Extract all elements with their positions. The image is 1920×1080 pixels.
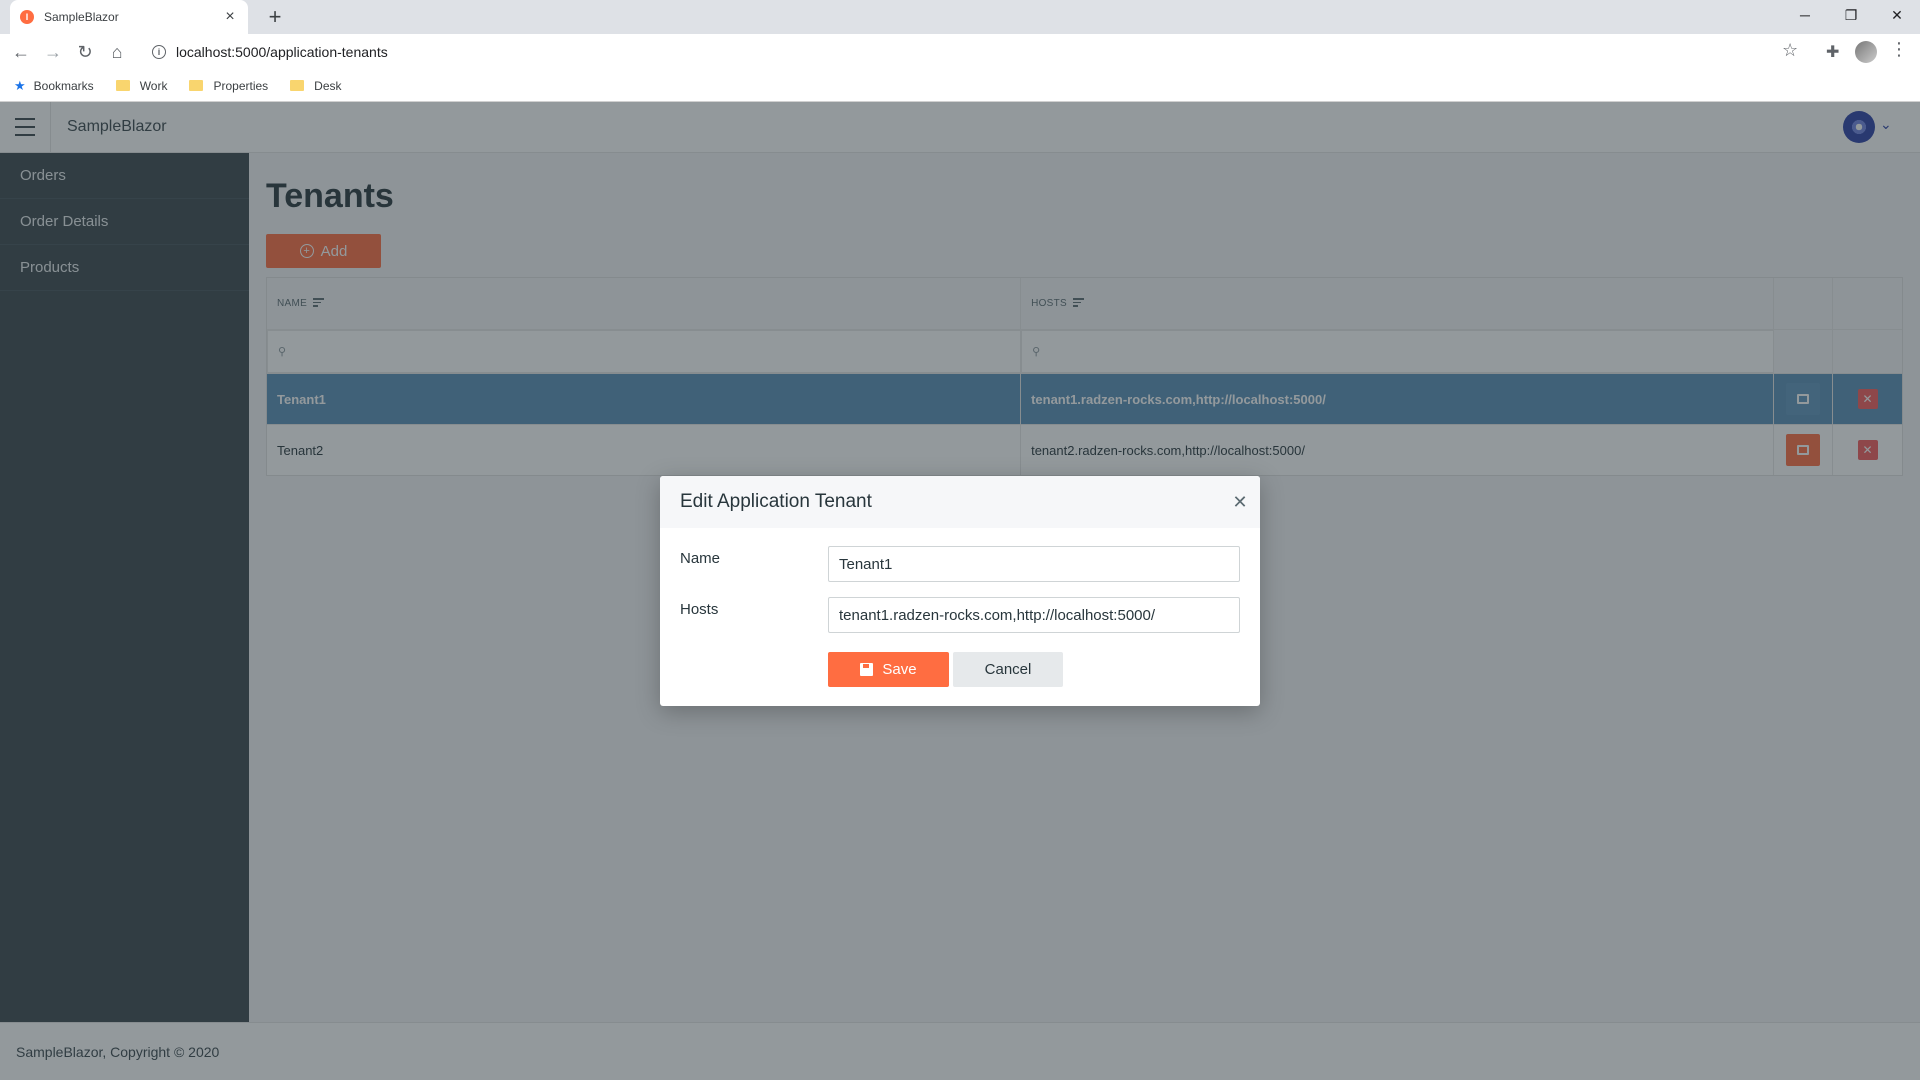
edit-tenant-dialog: Edit Application Tenant ✕ Name Hosts Sav… — [660, 476, 1260, 706]
bookmark-star-icon[interactable]: ☆ — [1782, 40, 1798, 61]
save-button-label: Save — [882, 661, 917, 678]
bookmark-item[interactable]: Work — [115, 78, 168, 93]
save-icon — [860, 663, 874, 676]
profile-avatar[interactable] — [1855, 41, 1877, 63]
forward-icon[interactable]: → — [41, 40, 65, 64]
form-row-hosts: Hosts — [680, 597, 1240, 633]
folder-icon — [115, 80, 130, 91]
bookmark-label: Properties — [213, 78, 269, 93]
cancel-button[interactable]: Cancel — [953, 652, 1063, 687]
bookmark-item[interactable]: Properties — [189, 79, 268, 93]
minimize-icon[interactable]: ─ — [1782, 0, 1828, 30]
menu-kebab-icon[interactable]: ⋮ — [1890, 39, 1908, 60]
browser-toolbar: ← → ↻ ⌂ i localhost:5000/application-ten… — [0, 34, 1920, 70]
save-button[interactable]: Save — [828, 652, 949, 687]
hosts-input[interactable] — [828, 597, 1240, 633]
star-icon: ★ — [14, 77, 26, 93]
bookmark-label: Desk — [314, 78, 342, 93]
hosts-label: Hosts — [680, 601, 719, 618]
folder-icon — [189, 80, 204, 91]
new-tab-icon[interactable]: + — [262, 4, 288, 30]
url-text: localhost:5000/application-tenants — [176, 44, 388, 60]
tab-title: SampleBlazor — [44, 10, 119, 24]
browser-tab[interactable]: I SampleBlazor × — [10, 0, 248, 34]
dialog-header: Edit Application Tenant ✕ — [660, 476, 1260, 528]
address-bar[interactable]: i localhost:5000/application-tenants — [140, 37, 1790, 67]
back-icon[interactable]: ← — [9, 40, 33, 64]
favicon-icon: I — [20, 10, 34, 24]
restore-icon[interactable]: ❐ — [1828, 0, 1874, 30]
reload-icon[interactable]: ↻ — [73, 40, 97, 64]
name-input[interactable] — [828, 546, 1240, 582]
form-row-name: Name — [680, 546, 1240, 582]
name-label: Name — [680, 550, 721, 567]
bookmark-label: Bookmarks — [33, 78, 94, 93]
tab-close-icon[interactable]: × — [222, 8, 238, 26]
app-viewport: SampleBlazor ⌄ Orders Order Details Prod… — [0, 102, 1920, 1080]
dialog-title: Edit Application Tenant — [680, 491, 872, 512]
browser-tabbar: I SampleBlazor × + ─ ❐ ✕ — [0, 0, 1920, 34]
home-icon[interactable]: ⌂ — [105, 40, 129, 64]
bookmarks-bar: ★ Bookmarks Work Properties Desk — [0, 70, 1920, 102]
window-close-icon[interactable]: ✕ — [1874, 0, 1920, 30]
extensions-icon[interactable]: ✚ — [1826, 42, 1839, 62]
bookmark-item[interactable]: Desk — [290, 78, 342, 93]
bookmark-label: Work — [139, 78, 168, 93]
close-icon[interactable]: ✕ — [1220, 492, 1260, 513]
bookmark-item[interactable]: ★ Bookmarks — [14, 78, 94, 94]
folder-icon — [290, 80, 305, 91]
info-icon[interactable]: i — [152, 45, 166, 59]
